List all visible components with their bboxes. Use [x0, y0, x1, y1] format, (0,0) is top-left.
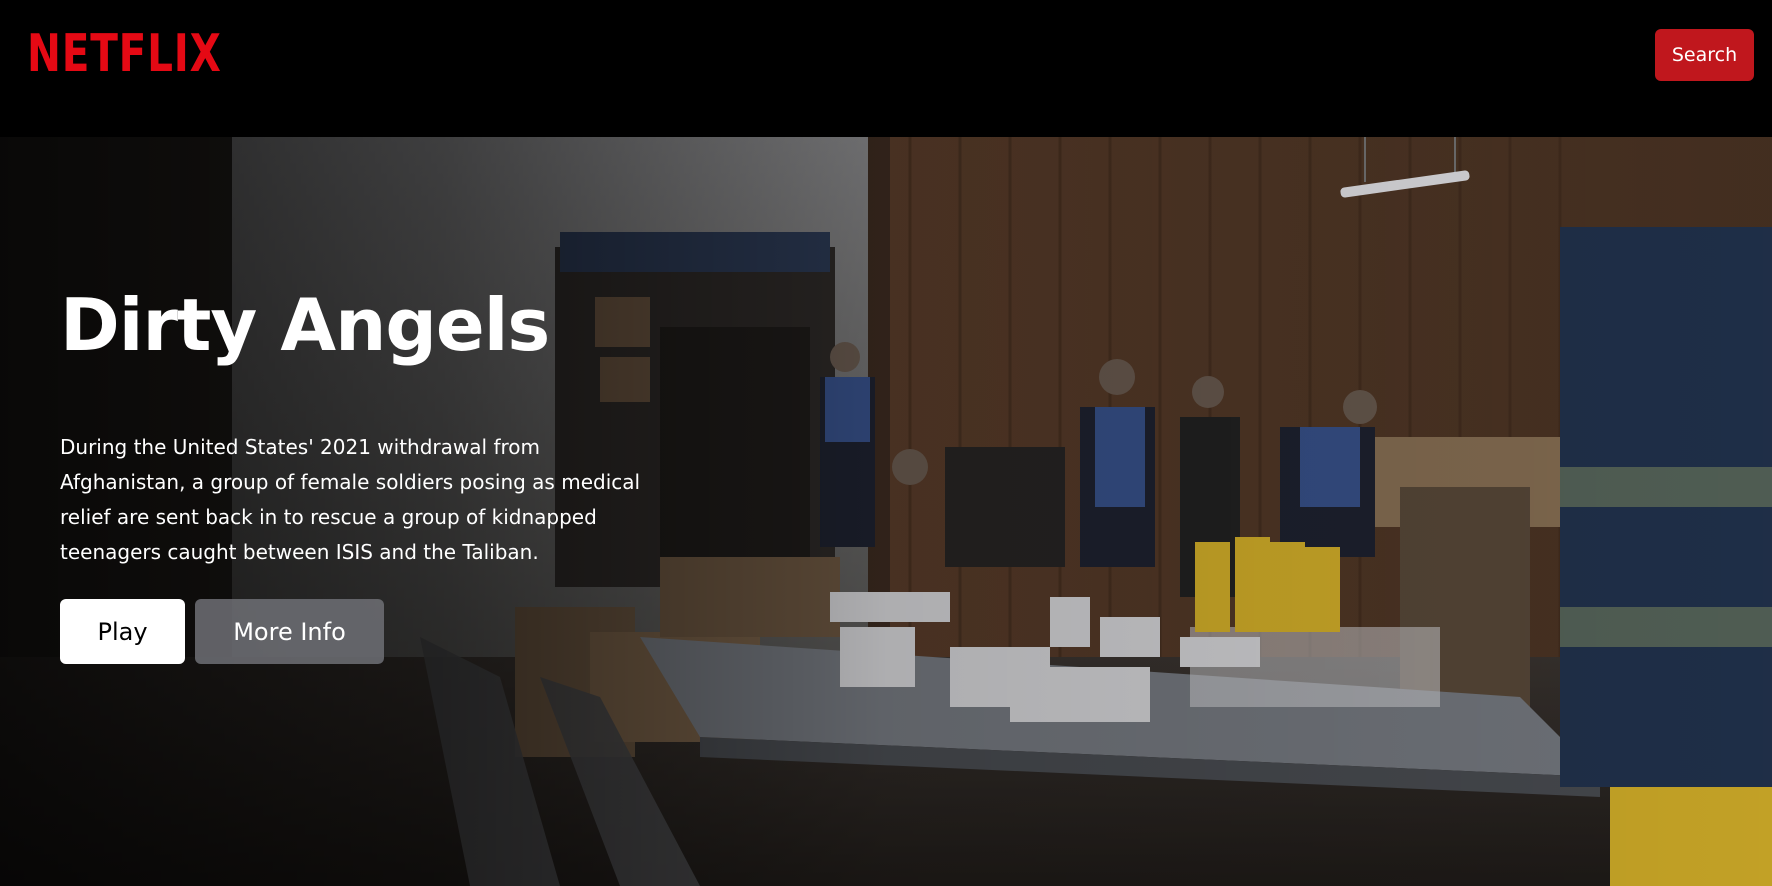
search-button[interactable]: Search — [1655, 29, 1754, 81]
netflix-logo[interactable]: NETFLIX — [27, 26, 222, 82]
hero-synopsis: During the United States' 2021 withdrawa… — [60, 435, 641, 564]
top-navigation-bar: NETFLIX Search — [0, 0, 1772, 137]
hero-title: Dirty Angels — [60, 283, 550, 367]
more-info-button[interactable]: More Info — [195, 599, 384, 664]
play-button[interactable]: Play — [60, 599, 185, 664]
